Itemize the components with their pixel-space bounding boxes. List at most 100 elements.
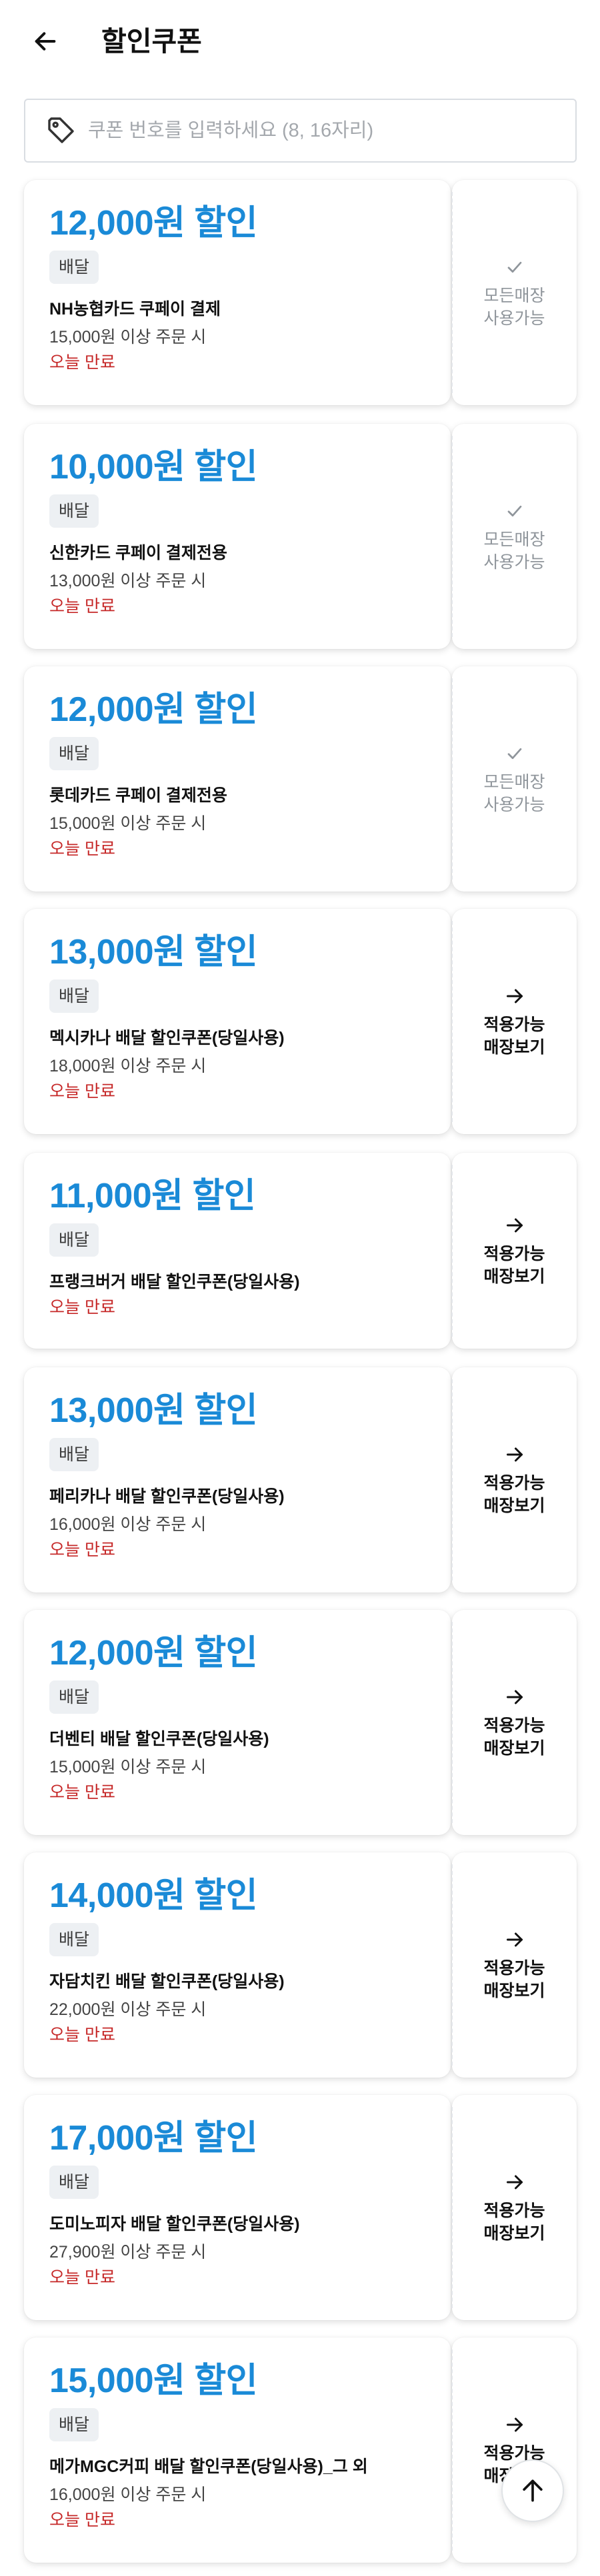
view-eligible-stores-button[interactable]: 적용가능 매장보기 <box>451 1367 577 1593</box>
coupon-min-order: 18,000원 이상 주문 시 <box>49 1057 207 1075</box>
view-eligible-stores-button[interactable]: 적용가능 매장보기 <box>451 909 577 1134</box>
side-label-line2: 매장보기 <box>483 1267 545 1286</box>
coupon-card: 11,000원 할인 배달 프랭크버거 배달 할인쿠폰(당일사용) 오늘 만료 … <box>24 1153 577 1349</box>
side-label-line2: 사용가능 <box>483 553 545 572</box>
coupon-name: NH농협카드 쿠페이 결제 <box>49 300 221 319</box>
view-eligible-stores-button[interactable]: 적용가능 매장보기 <box>451 1852 577 2078</box>
coupon-card: 14,000원 할인 배달 자담치킨 배달 할인쿠폰(당일사용) 22,000원… <box>24 1852 577 2078</box>
side-label-line2: 매장보기 <box>483 1038 545 1057</box>
side-label-line1: 적용가능 <box>483 1245 545 1263</box>
tag-icon <box>48 117 74 143</box>
coupon-details[interactable]: 14,000원 할인 배달 자담치킨 배달 할인쿠폰(당일사용) 22,000원… <box>24 1852 451 2078</box>
back-button[interactable] <box>29 25 61 57</box>
side-label-line1: 적용가능 <box>483 1716 545 1735</box>
coupon-amount: 13,000원 할인 <box>49 933 258 971</box>
coupon-name: 페리카나 배달 할인쿠폰(당일사용) <box>49 1487 285 1506</box>
coupon-name: 자담치킨 배달 할인쿠폰(당일사용) <box>49 1972 285 1991</box>
side-label-line1: 적용가능 <box>483 2202 545 2220</box>
coupon-details[interactable]: 12,000원 할인 배달 롯데카드 쿠페이 결제전용 15,000원 이상 주… <box>24 666 451 892</box>
coupon-details[interactable]: 11,000원 할인 배달 프랭크버거 배달 할인쿠폰(당일사용) 오늘 만료 <box>24 1153 451 1349</box>
coupon-amount: 15,000원 할인 <box>49 2361 258 2400</box>
coupon-card: 12,000원 할인 배달 NH농협카드 쿠페이 결제 15,000원 이상 주… <box>24 180 577 405</box>
coupon-card: 13,000원 할인 배달 멕시카나 배달 할인쿠폰(당일사용) 18,000원… <box>24 909 577 1134</box>
coupon-min-order: 16,000원 이상 주문 시 <box>49 2485 207 2504</box>
side-label-line1: 모든매장 <box>483 287 545 305</box>
check-icon <box>507 505 521 517</box>
coupon-details[interactable]: 12,000원 할인 배달 더벤티 배달 할인쿠폰(당일사용) 15,000원 … <box>24 1610 451 1835</box>
coupon-code-search[interactable] <box>24 99 577 163</box>
coupon-expiry: 오늘 만료 <box>49 2026 115 2044</box>
arrow-right-icon <box>506 1218 523 1233</box>
arrow-up-icon <box>523 2479 543 2502</box>
coupon-type-badge: 배달 <box>49 251 99 284</box>
coupon-details[interactable]: 15,000원 할인 배달 메가MGC커피 배달 할인쿠폰(당일사용)_그 외 … <box>24 2337 451 2563</box>
coupon-amount: 17,000원 할인 <box>49 2119 258 2158</box>
arrow-right-icon <box>506 2175 523 2190</box>
coupon-details[interactable]: 17,000원 할인 배달 도미노피자 배달 할인쿠폰(당일사용) 27,900… <box>24 2095 451 2320</box>
coupon-amount: 12,000원 할인 <box>49 1634 258 1672</box>
coupon-type-badge: 배달 <box>49 2408 99 2441</box>
coupon-all-stores[interactable]: 모든매장 사용가능 <box>451 666 577 892</box>
coupon-details[interactable]: 13,000원 할인 배달 멕시카나 배달 할인쿠폰(당일사용) 18,000원… <box>24 909 451 1134</box>
coupon-min-order: 27,900원 이상 주문 시 <box>49 2243 207 2261</box>
coupon-all-stores[interactable]: 모든매장 사용가능 <box>451 180 577 405</box>
view-eligible-stores-button[interactable]: 적용가능 매장보기 <box>451 1610 577 1835</box>
coupon-card: 12,000원 할인 배달 더벤티 배달 할인쿠폰(당일사용) 15,000원 … <box>24 1610 577 1835</box>
coupon-card: 10,000원 할인 배달 신한카드 쿠페이 결제전용 13,000원 이상 주… <box>24 424 577 649</box>
coupon-type-badge: 배달 <box>49 737 99 770</box>
arrow-right-icon <box>506 989 523 1003</box>
coupon-name: 프랭크버거 배달 할인쿠폰(당일사용) <box>49 1273 300 1291</box>
check-icon <box>507 261 521 273</box>
coupon-expiry: 오늘 만료 <box>49 597 115 616</box>
side-label-line2: 매장보기 <box>483 1982 545 2000</box>
arrow-left-icon <box>35 32 56 51</box>
coupon-expiry: 오늘 만료 <box>49 353 115 372</box>
side-label-line2: 매장보기 <box>483 1739 545 1758</box>
coupon-name: 멕시카나 배달 할인쿠폰(당일사용) <box>49 1029 285 1047</box>
coupon-type-badge: 배달 <box>49 1923 99 1956</box>
coupon-name: 도미노피자 배달 할인쿠폰(당일사용) <box>49 2215 300 2234</box>
coupon-amount: 12,000원 할인 <box>49 690 258 729</box>
page-title: 할인쿠폰 <box>101 26 202 57</box>
coupon-details[interactable]: 12,000원 할인 배달 NH농협카드 쿠페이 결제 15,000원 이상 주… <box>24 180 451 405</box>
coupon-min-order: 15,000원 이상 주문 시 <box>49 814 207 833</box>
coupon-name: 메가MGC커피 배달 할인쿠폰(당일사용)_그 외 <box>49 2457 368 2476</box>
coupon-expiry: 오늘 만료 <box>49 2268 115 2287</box>
side-label-line2: 사용가능 <box>483 309 545 328</box>
coupon-name: 롯데카드 쿠페이 결제전용 <box>49 786 227 805</box>
coupon-card: 17,000원 할인 배달 도미노피자 배달 할인쿠폰(당일사용) 27,900… <box>24 2095 577 2320</box>
check-icon <box>507 748 521 760</box>
coupon-amount: 12,000원 할인 <box>49 204 258 243</box>
coupon-name: 신한카드 쿠페이 결제전용 <box>49 544 227 562</box>
coupon-type-badge: 배달 <box>49 1223 99 1257</box>
coupon-amount: 10,000원 할인 <box>49 448 258 486</box>
coupon-card: 13,000원 할인 배달 페리카나 배달 할인쿠폰(당일사용) 16,000원… <box>24 1367 577 1593</box>
coupon-card: 15,000원 할인 배달 메가MGC커피 배달 할인쿠폰(당일사용)_그 외 … <box>24 2337 577 2563</box>
coupon-min-order: 22,000원 이상 주문 시 <box>49 2000 207 2019</box>
view-eligible-stores-button[interactable]: 적용가능 매장보기 <box>451 1153 577 1349</box>
coupon-min-order: 16,000원 이상 주문 시 <box>49 1515 207 1534</box>
coupon-expiry: 오늘 만료 <box>49 2511 115 2529</box>
coupon-details[interactable]: 13,000원 할인 배달 페리카나 배달 할인쿠폰(당일사용) 16,000원… <box>24 1367 451 1593</box>
arrow-right-icon <box>506 1690 523 1704</box>
coupon-type-badge: 배달 <box>49 979 99 1013</box>
arrow-right-icon <box>506 1447 523 1462</box>
side-label-line1: 적용가능 <box>483 1959 545 1978</box>
coupon-details[interactable]: 10,000원 할인 배달 신한카드 쿠페이 결제전용 13,000원 이상 주… <box>24 424 451 649</box>
coupon-type-badge: 배달 <box>49 2166 99 2199</box>
coupon-expiry: 오늘 만료 <box>49 1298 115 1317</box>
app-header: 할인쿠폰 <box>0 0 600 84</box>
side-label-line1: 모든매장 <box>483 773 545 792</box>
coupon-type-badge: 배달 <box>49 1438 99 1471</box>
coupon-all-stores[interactable]: 모든매장 사용가능 <box>451 424 577 649</box>
arrow-right-icon <box>506 2417 523 2432</box>
coupon-code-input[interactable] <box>88 119 568 142</box>
side-label-line2: 매장보기 <box>483 1497 545 1515</box>
scroll-to-top-button[interactable] <box>501 2459 564 2522</box>
view-eligible-stores-button[interactable]: 적용가능 매장보기 <box>451 2095 577 2320</box>
view-eligible-stores-button[interactable]: 적용가능 매장보기 <box>451 2337 577 2563</box>
coupon-card: 12,000원 할인 배달 롯데카드 쿠페이 결제전용 15,000원 이상 주… <box>24 666 577 892</box>
side-label-line2: 매장보기 <box>483 2224 545 2243</box>
side-label-line1: 적용가능 <box>483 1015 545 1034</box>
coupon-expiry: 오늘 만료 <box>49 1082 115 1101</box>
